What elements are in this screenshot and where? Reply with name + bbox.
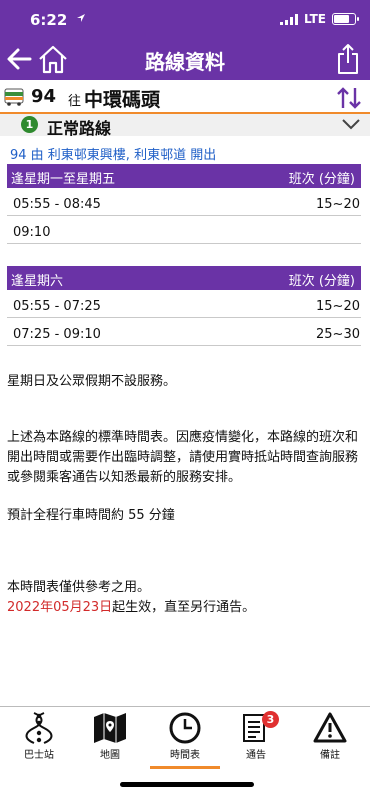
schedule-header: 逢星期六 班次 (分鐘): [7, 266, 361, 290]
schedule-row: 05:55 - 07:25 15~20: [7, 290, 361, 318]
frequency-value: 25~30: [316, 327, 360, 342]
tab-bus-stops[interactable]: 巴士站: [4, 711, 74, 761]
time-range: 07:25 - 09:10: [13, 327, 101, 342]
tab-label: 時間表: [170, 750, 200, 761]
route-type-label: 正常路線: [47, 119, 112, 138]
nav-bar: 路線資料: [0, 38, 370, 80]
time-range: 05:55 - 07:25: [13, 299, 101, 314]
tab-label: 巴士站: [24, 750, 54, 761]
status-bar: 6:22 LTE: [0, 0, 370, 38]
tab-label: 通告: [246, 750, 266, 761]
tab-label: 備註: [320, 750, 340, 761]
battery-icon: [332, 13, 359, 25]
frequency-header: 班次 (分鐘): [288, 172, 355, 187]
effective-date: 2022年05月23日: [7, 600, 113, 615]
page-title: 路線資料: [145, 50, 225, 74]
tab-label: 地圖: [100, 750, 120, 761]
status-time: 6:22: [30, 11, 68, 29]
day-label: 逢星期六: [11, 274, 64, 289]
tab-map[interactable]: 地圖: [75, 711, 145, 761]
active-tab-indicator: [150, 766, 220, 769]
schedule-table-saturday: 逢星期六 班次 (分鐘) 05:55 - 07:25 15~20 07:25 -…: [7, 266, 361, 346]
network-type: LTE: [303, 12, 326, 26]
schedule-row: 09:10: [7, 216, 361, 244]
departure-info: 94 由 利東邨東興樓, 利東邨道 開出: [10, 148, 217, 163]
swap-direction-icon[interactable]: [336, 86, 362, 110]
reference-note: 本時間表僅供參考之用。: [7, 580, 151, 595]
tab-notices[interactable]: 3 通告: [221, 711, 291, 761]
schedule-table-weekday: 逢星期一至星期五 班次 (分鐘) 05:55 - 08:45 15~20 09:…: [7, 164, 361, 244]
share-icon[interactable]: [336, 42, 360, 76]
frequency-header: 班次 (分鐘): [288, 274, 355, 289]
holiday-note: 星期日及公眾假期不設服務。: [7, 374, 177, 389]
schedule-row: 07:25 - 09:10 25~30: [7, 318, 361, 346]
direction-label: 往: [68, 94, 82, 109]
effective-note: 2022年05月23日起生效，直至另行通告。: [7, 598, 363, 618]
warning-icon: [313, 712, 347, 743]
map-icon: [94, 713, 126, 743]
route-header: 94 往 中環碼頭: [0, 82, 370, 112]
tab-timetable[interactable]: 時間表: [150, 711, 220, 769]
schedule-row: 05:55 - 08:45 15~20: [7, 188, 361, 216]
route-destination: 中環碼頭: [84, 89, 161, 111]
clock-icon: [169, 712, 201, 744]
route-number: 94: [31, 86, 57, 107]
frequency-value: 15~20: [316, 299, 360, 314]
time-range: 05:55 - 08:45: [13, 197, 101, 212]
frequency-value: 15~20: [316, 197, 360, 212]
notification-badge: 3: [262, 711, 279, 728]
location-arrow-icon: [77, 14, 85, 22]
day-label: 逢星期一至星期五: [11, 172, 116, 187]
home-indicator: [120, 782, 254, 787]
bus-icon: [4, 88, 24, 106]
schedule-header: 逢星期一至星期五 班次 (分鐘): [7, 164, 361, 188]
standard-timetable-note: 上述為本路線的標準時間表。因應疫情變化，本路線的班次和開出時間或需要作出臨時調整…: [7, 430, 359, 485]
tab-remarks[interactable]: 備註: [295, 711, 365, 761]
signal-icon: [279, 13, 298, 25]
route-type-badge: 1: [21, 116, 38, 133]
bus-stop-icon: [25, 712, 53, 744]
effective-suffix: 起生效，直至另行通告。: [112, 600, 256, 615]
time-range: 09:10: [13, 225, 51, 240]
journey-time-note: 預計全程行車時間約 55 分鐘: [7, 508, 175, 523]
route-type-selector[interactable]: 1 正常路線: [0, 112, 370, 138]
chevron-down-icon[interactable]: [341, 117, 361, 131]
